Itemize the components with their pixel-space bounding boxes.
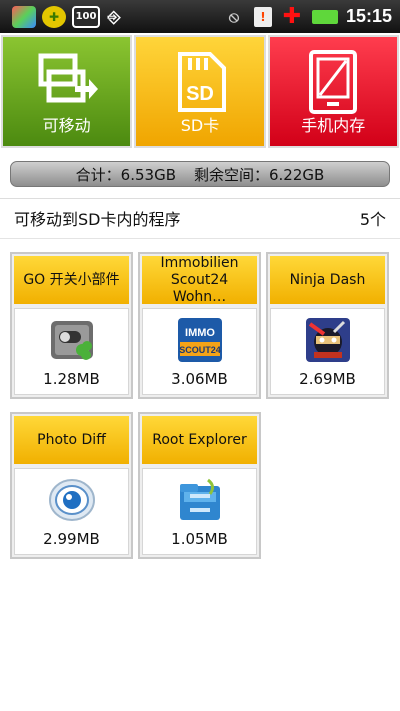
tab-bar: 可移动 SD SD卡 手机内存 — [0, 35, 400, 148]
movable-apps-header: 可移动到SD卡内的程序 5个 — [0, 200, 400, 236]
sd-card-icon: SD — [165, 47, 235, 117]
ninja-dash-icon — [303, 315, 353, 365]
go-switch-widget-icon — [47, 315, 97, 365]
total-size: 合计：6.53GB — [75, 165, 176, 184]
app-icon-box: 2.69MB — [270, 308, 385, 395]
app-icon-box: IMMO SCOUT24 3.06MB — [142, 308, 257, 395]
root-explorer-icon — [175, 475, 225, 525]
tab-label: 手机内存 — [301, 116, 366, 135]
tab-movable[interactable]: 可移动 — [1, 35, 133, 148]
no-alarm-icon: ⦸ — [228, 6, 240, 26]
clock: 15:15 — [345, 6, 392, 26]
app-icon-box: 2.99MB — [14, 468, 129, 555]
app-name: Root Explorer — [142, 416, 257, 464]
app-tile-immobilien-scout24[interactable]: Immobilien Scout24 Wohn… IMMO SCOUT24 3.… — [138, 252, 261, 399]
app-icon-box: 1.28MB — [14, 308, 129, 395]
gear-icon: ✚ — [42, 5, 66, 28]
phone-to-card-icon — [32, 47, 102, 117]
svg-text:SD: SD — [186, 83, 214, 105]
svg-text:IMMO: IMMO — [185, 327, 215, 339]
app-name: Photo Diff — [14, 416, 129, 464]
tab-sd-card[interactable]: SD SD卡 — [134, 35, 266, 148]
app-icon-box: 1.05MB — [142, 468, 257, 555]
app-size: 2.99MB — [43, 530, 100, 548]
battery-100-icon: 100 — [72, 5, 100, 28]
storage-summary: 合计：6.53GB 剩余空间：6.22GB — [10, 161, 390, 187]
app-size: 3.06MB — [171, 370, 228, 388]
usb-icon: ⎆ — [107, 6, 121, 26]
svg-text:SCOUT24: SCOUT24 — [179, 345, 221, 355]
red-cross-icon: ✚ — [282, 4, 302, 29]
app-tile-ninja-dash[interactable]: Ninja Dash 2.69MB — [266, 252, 389, 399]
app-icon — [12, 5, 36, 28]
app-tile-photo-diff[interactable]: Photo Diff 2.99MB — [10, 412, 133, 559]
warning-icon: ! — [253, 6, 272, 27]
photo-diff-icon — [47, 475, 97, 525]
app-name: GO 开关小部件 — [14, 256, 129, 304]
movable-apps-count: 5个 — [359, 210, 386, 229]
app-size: 2.69MB — [299, 370, 356, 388]
immoscout24-icon: IMMO SCOUT24 — [175, 315, 225, 365]
tab-label: SD卡 — [180, 116, 220, 135]
app-name: Ninja Dash — [270, 256, 385, 304]
tab-phone-memory[interactable]: 手机内存 — [267, 35, 399, 148]
divider — [0, 198, 400, 199]
battery-icon — [311, 9, 338, 24]
phone-memory-icon — [298, 47, 368, 117]
tab-label: 可移动 — [42, 116, 91, 135]
app-tile-go-switch[interactable]: GO 开关小部件 1.28MB — [10, 252, 133, 399]
free-space: 剩余空间：6.22GB — [194, 165, 325, 184]
app-size: 1.28MB — [43, 370, 100, 388]
divider — [0, 238, 400, 239]
movable-apps-label: 可移动到SD卡内的程序 — [14, 210, 181, 229]
status-bar: ✚ 100 ⎆ ⦸ ! ✚ 15:15 — [0, 0, 400, 33]
app-size: 1.05MB — [171, 530, 228, 548]
app-tile-root-explorer[interactable]: Root Explorer 1.05MB — [138, 412, 261, 559]
app-name: Immobilien Scout24 Wohn… — [142, 255, 257, 305]
